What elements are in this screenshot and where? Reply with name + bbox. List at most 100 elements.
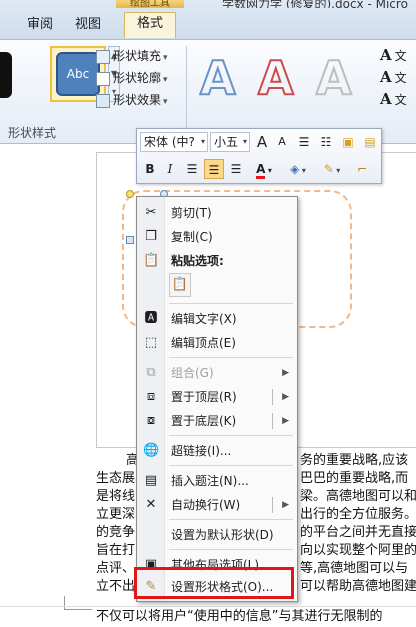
menu-item-send-to-back[interactable]: ⧇ 置于底层(K) ▶ — [137, 409, 297, 433]
body-line-2-right: 巴巴的重要战略,而 — [300, 471, 409, 486]
font-name-select[interactable]: 宋体 (中? ▾ — [140, 132, 208, 152]
submenu-arrow-icon[interactable]: ▶ — [282, 385, 289, 409]
menu-item-paste-options: 📋 粘贴选项: — [143, 253, 224, 268]
chevron-down-icon: ▾ — [200, 137, 205, 146]
body-line-4-right: 出行的全方位服务。 — [300, 507, 416, 522]
wordart-style-red[interactable]: A — [257, 53, 295, 103]
ribbon-group-separator — [186, 46, 187, 138]
menu-item-hyperlink[interactable]: 🌐 超链接(I)... — [137, 439, 297, 463]
tab-view[interactable]: 视图 — [68, 14, 108, 36]
bring-front-icon: ⧈ — [146, 389, 156, 404]
outline-color-button[interactable]: ✎ ▾ — [318, 159, 346, 179]
text-fill-button[interactable]: A文 — [380, 44, 407, 66]
shape-effects-label: 形状效果 — [113, 93, 162, 107]
body-last-line: 不仅可以将用户“使用中的信息”与其进行无限制的 — [96, 609, 383, 624]
submenu-arrow-icon[interactable]: ▶ — [282, 493, 289, 517]
caption-icon: ▤ — [144, 473, 158, 488]
menu-item-edit-points[interactable]: ⬚ 编辑顶点(E) — [137, 331, 297, 355]
format-painter-button[interactable]: ⌐ — [352, 159, 372, 179]
text-fill-label: 文 — [394, 49, 407, 63]
font-color-icon: A — [256, 162, 266, 179]
text-effects-button[interactable]: A文 — [380, 88, 407, 110]
menu-item-bring-to-front[interactable]: ⧈ 置于顶层(R) ▶ — [137, 385, 297, 409]
align-right-icon: ☰ — [230, 162, 242, 176]
align-center-button[interactable]: ☰ — [204, 159, 224, 179]
font-name-value: 宋体 (中? — [144, 135, 195, 149]
adjust-handle[interactable] — [126, 190, 134, 198]
shape-style-button[interactable]: ▤ — [360, 132, 380, 152]
menu-item-set-default-shape[interactable]: 设置为默认形状(D) — [137, 523, 297, 547]
styles-icon: ▣ — [342, 135, 354, 149]
copy-icon: ❐ — [145, 229, 157, 244]
italic-icon: I — [167, 162, 173, 176]
tab-review[interactable]: 审阅 — [20, 14, 60, 36]
body-line-5-left: 的竞争 — [96, 525, 136, 540]
align-center-icon: ☰ — [208, 163, 220, 177]
body-line-8-right: 可以帮助高德地图建 — [300, 579, 416, 594]
menu-separator — [169, 465, 293, 466]
margin-marker — [64, 596, 92, 610]
shrink-font-icon: A — [278, 135, 286, 148]
submenu-arrow-icon[interactable]: ▶ — [282, 409, 289, 433]
menu-separator — [169, 357, 293, 358]
bold-button[interactable]: B — [140, 159, 160, 179]
shape-style-black-swatch[interactable] — [0, 52, 12, 98]
grow-font-button[interactable]: A — [252, 132, 272, 152]
menu-item-copy[interactable]: ❐ 复制(C) — [137, 225, 297, 249]
text-outline-icon: A — [380, 68, 392, 86]
tab-format[interactable]: 格式 — [124, 12, 176, 38]
body-line-8-left: 立不出 — [96, 579, 136, 594]
menu-item-cut[interactable]: ✂ 剪切(T) — [137, 201, 297, 225]
font-color-button[interactable]: A ▾ — [250, 159, 278, 179]
align-right-button[interactable]: ☰ — [226, 159, 246, 179]
bold-icon: B — [145, 162, 155, 176]
body-line-3-left: 是将线 — [96, 489, 136, 504]
menu-item-insert-caption[interactable]: ▤ 插入题注(N)... — [137, 469, 297, 493]
edit-text-icon: 🅰 — [144, 311, 158, 326]
paste-icon: 📋 — [143, 253, 160, 268]
drawing-tools-context-label: 绘图工具 — [116, 0, 184, 8]
group-icon: ⧉ — [146, 365, 156, 380]
decrease-indent-icon: ☰ — [298, 135, 310, 149]
paste-keep-source-button[interactable]: 📋 — [169, 273, 191, 297]
shape-fill-button[interactable]: 形状填充 ▾ — [96, 46, 168, 66]
styles-button[interactable]: ▣ — [338, 132, 358, 152]
fill-color-button[interactable]: ◈ ▾ — [284, 159, 312, 179]
italic-button[interactable]: I — [160, 159, 180, 179]
decrease-indent-button[interactable]: ☰ — [294, 132, 314, 152]
body-line-4-left: 立更深 — [96, 507, 136, 522]
shape-style-sample: Abc — [56, 52, 100, 96]
body-line-6-right: 向以实现整个阿里的 — [300, 543, 416, 558]
font-size-value: 小五 — [214, 135, 239, 149]
menu-item-text-wrapping[interactable]: ✕ 自动换行(W) ▶ — [137, 493, 297, 517]
shape-effects-button[interactable]: 形状效果 ▾ — [96, 90, 168, 110]
send-back-icon: ⧇ — [146, 413, 156, 428]
shape-outline-button[interactable]: 形状轮廓 ▾ — [96, 68, 168, 88]
align-left-button[interactable]: ☰ — [182, 159, 202, 179]
pencil-icon: ✎ — [323, 162, 334, 176]
menu-separator — [169, 519, 293, 520]
submenu-arrow-icon: ▶ — [282, 368, 289, 378]
wordart-style-blue[interactable]: A — [199, 53, 237, 103]
body-line-7-left: 点评、 — [96, 561, 136, 576]
paint-bucket-icon — [96, 49, 110, 64]
wordart-style-gray[interactable]: A — [315, 53, 353, 103]
pencil-icon — [96, 71, 110, 86]
resize-handle-left[interactable] — [126, 236, 134, 244]
page-divider — [0, 606, 416, 607]
body-line-1-right: 务的重要战略,应该 — [300, 453, 409, 468]
chevron-down-icon: ▾ — [242, 137, 247, 146]
clipboard-icon: 📋 — [171, 277, 189, 292]
shape-outline-label: 形状轮廓 — [113, 71, 162, 85]
menu-item-edit-text[interactable]: 🅰 编辑文字(X) — [137, 307, 297, 331]
shape-style-icon: ▤ — [364, 135, 376, 149]
scissors-icon: ✂ — [145, 205, 157, 220]
split-divider — [272, 413, 273, 429]
increase-indent-button[interactable]: ☷ — [316, 132, 336, 152]
shrink-font-button[interactable]: A — [272, 132, 292, 152]
text-outline-button[interactable]: A文 — [380, 66, 407, 88]
brush-icon: ⌐ — [356, 162, 368, 176]
font-size-select[interactable]: 小五 ▾ — [210, 132, 250, 152]
menu-separator — [169, 303, 293, 304]
edit-points-icon: ⬚ — [144, 335, 158, 350]
